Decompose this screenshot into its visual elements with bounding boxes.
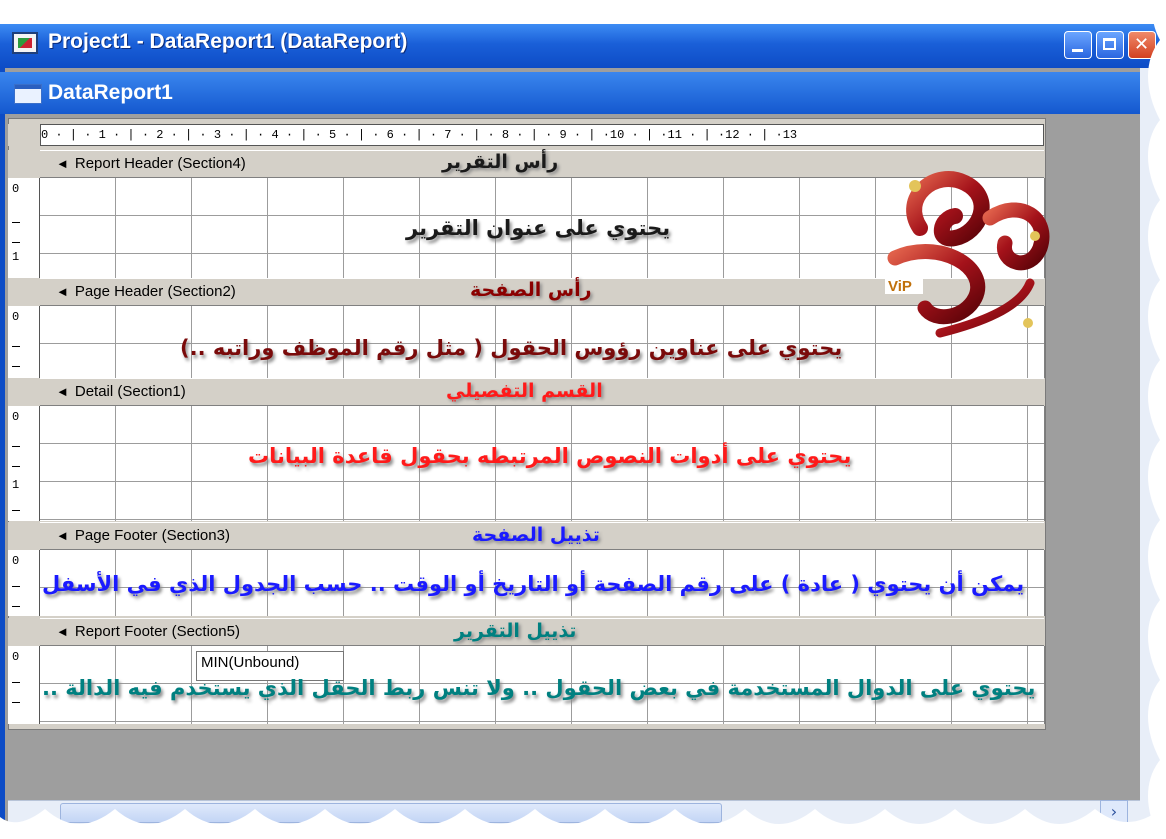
section-description: يحتوي على الدوال المستخدمة في بعض الحقول…: [42, 676, 1036, 700]
designer-title: DataReport1: [48, 81, 173, 104]
logo-badge: ViP: [888, 278, 912, 295]
band-gutter: [8, 278, 40, 306]
band-label: Detail (Section1): [74, 383, 186, 400]
window-title: Project1 - DataReport1 (DataReport): [48, 30, 408, 53]
band-label: Report Footer (Section5): [74, 623, 240, 640]
vertical-scrollbar[interactable]: [1140, 68, 1166, 839]
vertical-ruler: 0 1: [8, 178, 40, 278]
band-collapse-arrow-icon: ◄: [56, 156, 69, 171]
app-icon: [12, 32, 38, 54]
band-label: Page Footer (Section3): [74, 527, 230, 544]
section-description: يحتوي على عناوين رؤوس الحقول ( مثل رقم ا…: [180, 336, 843, 360]
vertical-ruler: 0: [8, 306, 40, 378]
band-arabic-caption: تذييل الصفحة: [472, 524, 600, 546]
chevron-right-icon[interactable]: ›: [1100, 800, 1128, 826]
vip-logo: ViP: [885, 171, 1050, 338]
close-button[interactable]: [1128, 31, 1156, 59]
band-label: Report Header (Section4): [74, 155, 246, 172]
band-gutter: [8, 522, 40, 550]
designer-window-icon: [14, 84, 42, 104]
band-label: Page Header (Section2): [74, 283, 236, 300]
band-gutter: [8, 150, 40, 178]
maximize-button[interactable]: [1096, 31, 1124, 59]
section-description: يحتوي على عنوان التقرير: [406, 216, 671, 240]
horizontal-scroll-thumb[interactable]: [60, 803, 722, 823]
band-arabic-caption: تذييل التقرير: [454, 620, 577, 642]
band-arabic-caption: رأس التقرير: [442, 151, 559, 173]
band-gutter: [8, 618, 40, 646]
section-description: يحتوي على أدوات النصوص المرتبطه بحقول قا…: [248, 444, 852, 468]
band-collapse-arrow-icon: ◄: [56, 284, 69, 299]
band-arabic-caption: رأس الصفحة: [470, 279, 592, 301]
ruler-corner: [8, 124, 40, 146]
band-gutter: [8, 378, 40, 406]
band-collapse-arrow-icon: ◄: [56, 384, 69, 399]
vertical-ruler: 0: [8, 646, 40, 724]
minimize-button[interactable]: [1064, 31, 1092, 59]
section-description: يمكن أن يحتوي ( عادة ) على رقم الصفحة أو…: [42, 572, 1025, 596]
horizontal-ruler: 0 · | · 1 · | · 2 · | · 3 · | · 4 · | · …: [40, 124, 1044, 146]
vertical-ruler: 0 1: [8, 406, 40, 521]
vertical-ruler: 0: [8, 550, 40, 616]
band-collapse-arrow-icon: ◄: [56, 624, 69, 639]
band-collapse-arrow-icon: ◄: [56, 528, 69, 543]
band-arabic-caption: القسم التفصيلي: [446, 380, 603, 402]
